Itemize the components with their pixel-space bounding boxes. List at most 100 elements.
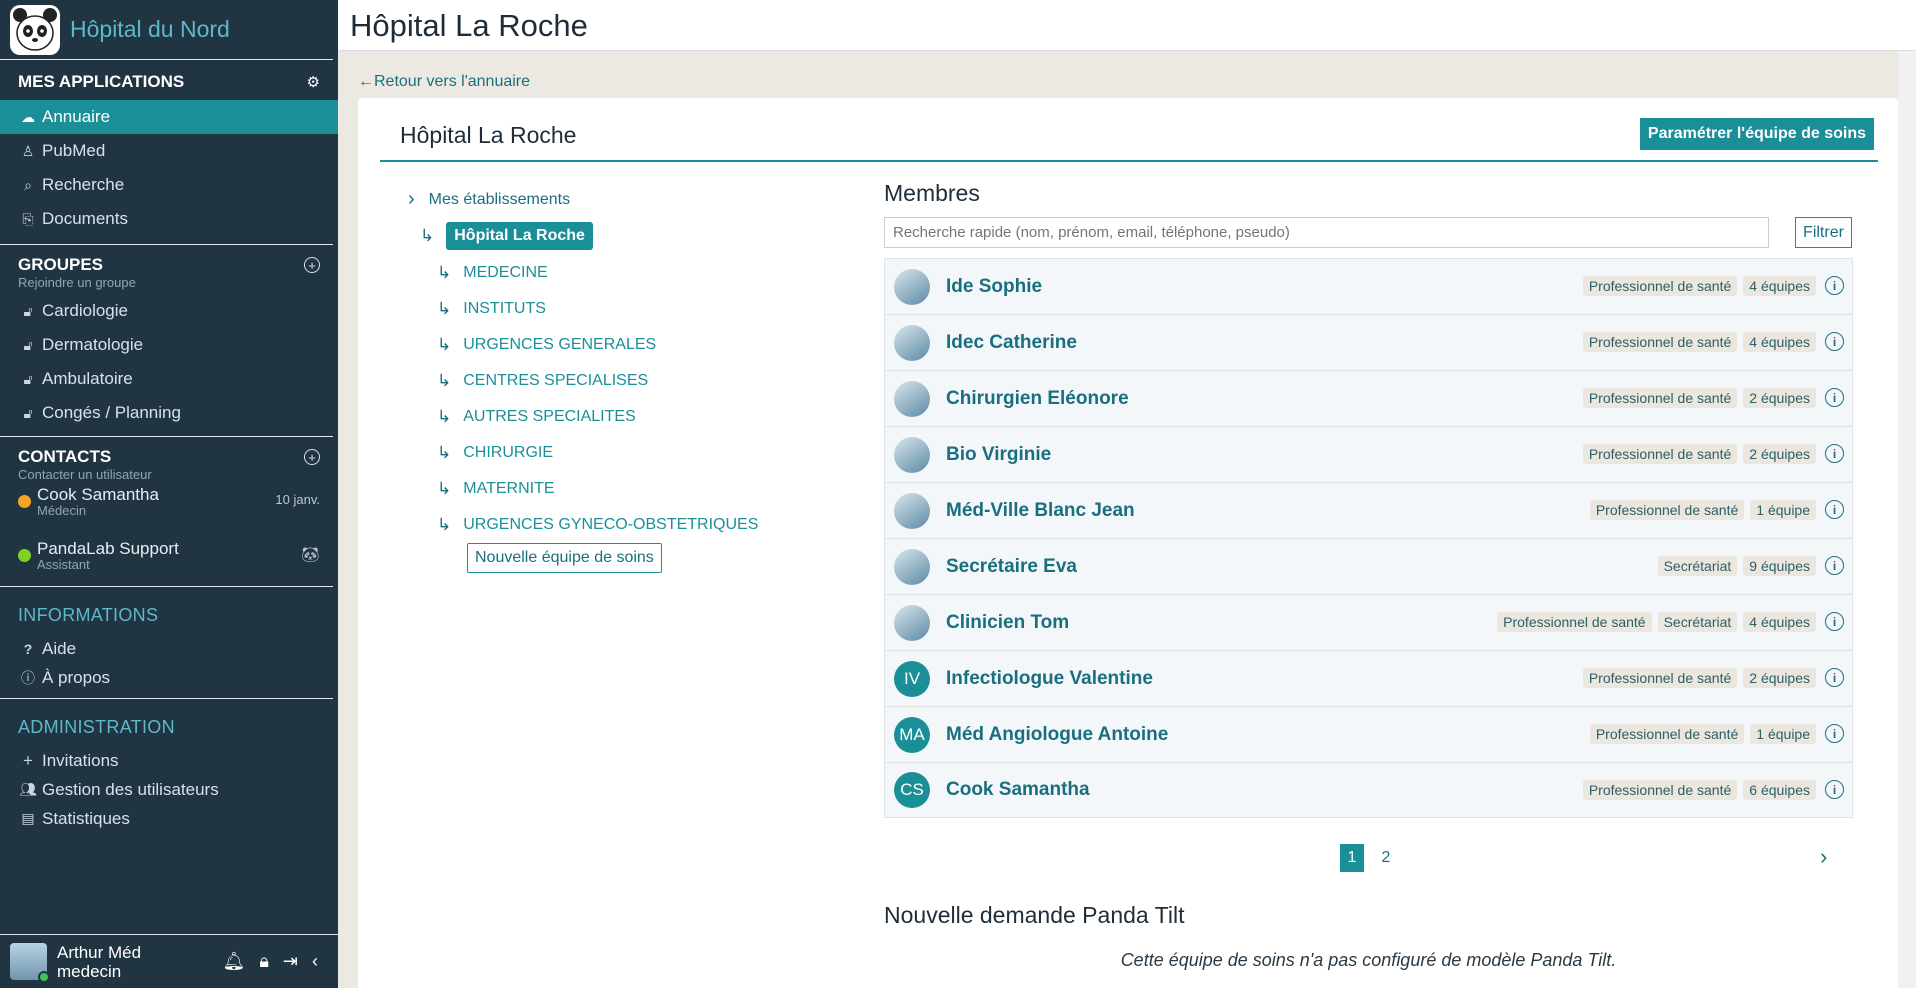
list-item[interactable]: MA Méd Angiologue Antoine Professionnel … <box>884 706 1853 762</box>
role-badge: Professionnel de santé <box>1582 332 1738 352</box>
panda-tilt-note: Cette équipe de soins n'a pas configuré … <box>1120 950 1617 970</box>
groups-subtitle[interactable]: Rejoindre un groupe <box>0 275 338 290</box>
info-icon[interactable]: i <box>1825 388 1844 407</box>
member-name[interactable]: Méd-Ville Blanc Jean <box>946 500 1135 522</box>
tree-node-active[interactable]: ↳ Hôpital La Roche <box>420 222 593 250</box>
chevron-right-icon[interactable]: › <box>1820 844 1827 870</box>
tree-node[interactable]: ↳ AUTRES SPECIALITES <box>437 407 636 427</box>
sub-arrow-icon: ↳ <box>437 335 452 354</box>
member-name[interactable]: Cook Samantha <box>946 779 1090 801</box>
member-name[interactable]: Ide Sophie <box>946 276 1042 298</box>
role-badge: Professionnel de santé <box>1589 500 1745 520</box>
info-icon[interactable]: i <box>1825 612 1844 631</box>
lock-icon[interactable]: 🔒︎ <box>259 951 269 972</box>
sidebar-item-a-propos[interactable]: ⓘ À propos <box>0 663 338 692</box>
teams-badge: 9 équipes <box>1743 556 1816 576</box>
contact-item[interactable]: Cook Samantha Médecin 10 janv. <box>0 476 338 526</box>
sidebar-item-aide[interactable]: ? Aide <box>0 634 338 663</box>
sub-arrow-icon: ↳ <box>437 443 452 462</box>
list-item[interactable]: Bio Virginie Professionnel de santé 2 éq… <box>884 426 1853 482</box>
tree-node[interactable]: ↳ MEDECINE <box>437 263 548 283</box>
tree-node[interactable]: ↳ URGENCES GYNECO-OBSTETRIQUES <box>437 515 758 535</box>
team-card: Hôpital La Roche Paramétrer l'équipe de … <box>358 98 1898 988</box>
sidebar-item-invitations[interactable]: + Invitations <box>0 746 338 775</box>
sidebar-item-cardiologie[interactable]: 🔓︎ Cardiologie <box>0 294 338 328</box>
sub-arrow-icon: ↳ <box>437 371 452 390</box>
tree-node[interactable]: ↳ CHIRURGIE <box>437 443 553 463</box>
configure-team-button[interactable]: Paramétrer l'équipe de soins <box>1639 118 1874 150</box>
filter-button[interactable]: Filtrer <box>1795 217 1852 248</box>
sidebar-item-statistiques[interactable]: ▤ Statistiques <box>0 804 338 833</box>
member-name[interactable]: Idec Catherine <box>946 332 1077 354</box>
back-link[interactable]: ←Retour vers l'annuaire <box>358 73 530 91</box>
info-icon[interactable]: i <box>1825 500 1844 519</box>
info-icon[interactable]: i <box>1825 444 1844 463</box>
tree-node[interactable]: ↳ MATERNITE <box>437 479 555 499</box>
info-icon[interactable]: i <box>1825 276 1844 295</box>
chevron-right-icon: › <box>408 188 415 210</box>
page-title: Hôpital La Roche <box>350 8 588 43</box>
info-icon[interactable]: i <box>1825 724 1844 743</box>
sidebar-item-documents[interactable]: ⎘ Documents <box>0 202 338 236</box>
member-tags: Professionnel de santé 2 équipes <box>1582 668 1816 688</box>
page-button-2[interactable]: 2 <box>1374 844 1398 872</box>
contact-item[interactable]: PandaLab Support Assistant 🐼︎ <box>0 530 338 580</box>
collapse-icon[interactable]: ‹ <box>312 951 318 972</box>
new-team-button[interactable]: Nouvelle équipe de soins <box>467 543 662 573</box>
member-tags: Professionnel de santé 1 équipe <box>1589 724 1816 744</box>
member-name[interactable]: Infectiologue Valentine <box>946 668 1153 690</box>
list-item[interactable]: Clinicien Tom Professionnel de santé Sec… <box>884 594 1853 650</box>
sidebar-item-recherche[interactable]: ⌕ Recherche <box>0 168 338 202</box>
question-icon: ? <box>23 640 33 657</box>
lock-icon: 🔓︎ <box>23 302 33 319</box>
role-badge: Professionnel de santé <box>1582 388 1738 408</box>
info-icon[interactable]: i <box>1825 780 1844 799</box>
top-bar: Hôpital La Roche <box>338 0 1916 51</box>
member-name[interactable]: Méd Angiologue Antoine <box>946 724 1168 746</box>
page-button-1[interactable]: 1 <box>1340 844 1364 872</box>
role-badge: Professionnel de santé <box>1582 276 1738 296</box>
panda-logo-icon[interactable] <box>10 4 60 55</box>
tree-node[interactable]: ↳ INSTITUTS <box>437 299 546 319</box>
member-name[interactable]: Bio Virginie <box>946 444 1051 466</box>
list-item[interactable]: Ide Sophie Professionnel de santé 4 équi… <box>884 258 1853 314</box>
list-item[interactable]: Idec Catherine Professionnel de santé 4 … <box>884 314 1853 370</box>
add-group-icon[interactable]: + <box>304 257 320 273</box>
administration-heading: ADMINISTRATION <box>18 717 175 737</box>
add-contact-icon[interactable]: + <box>304 449 320 465</box>
sidebar-item-annuaire[interactable]: ☁ Annuaire <box>0 100 338 134</box>
sidebar-item-dermatologie[interactable]: 🔓︎ Dermatologie <box>0 328 338 362</box>
bell-icon[interactable]: 🔔︎ <box>222 951 245 972</box>
scrollbar[interactable] <box>1898 51 1916 988</box>
list-item[interactable]: Secrétaire Eva Secrétariat 9 équipes i <box>884 538 1853 594</box>
tree-node[interactable]: ↳ CENTRES SPECIALISES <box>437 371 648 391</box>
user-role: medecin <box>57 961 122 981</box>
teams-badge: 6 équipes <box>1743 780 1816 800</box>
tree-root[interactable]: › Mes établissements <box>408 188 570 211</box>
member-name[interactable]: Clinicien Tom <box>946 612 1069 634</box>
tree-node[interactable]: ↳ URGENCES GENERALES <box>437 335 656 355</box>
info-icon[interactable]: i <box>1825 332 1844 351</box>
sidebar-item-gestion-utilisateurs[interactable]: 👥︎ Gestion des utilisateurs <box>0 775 338 804</box>
info-icon[interactable]: i <box>1825 668 1844 687</box>
applications-heading: MES APPLICATIONS ⚙ <box>18 72 320 91</box>
logout-icon[interactable]: ⇥ <box>283 951 298 972</box>
member-name[interactable]: Chirurgien Eléonore <box>946 388 1129 410</box>
gear-icon[interactable]: ⚙ <box>307 73 320 91</box>
info-icon: ⓘ <box>21 669 35 686</box>
role-badge: Secrétariat <box>1657 556 1738 576</box>
sidebar-item-conges-planning[interactable]: 🔓︎ Congés / Planning <box>0 396 338 430</box>
list-item[interactable]: CS Cook Samantha Professionnel de santé … <box>884 762 1853 818</box>
list-item[interactable]: Chirurgien Eléonore Professionnel de san… <box>884 370 1853 426</box>
sidebar-item-pubmed[interactable]: ♙ PubMed <box>0 134 338 168</box>
plus-icon: + <box>23 750 33 770</box>
list-item[interactable]: IV Infectiologue Valentine Professionnel… <box>884 650 1853 706</box>
list-item[interactable]: Méd-Ville Blanc Jean Professionnel de sa… <box>884 482 1853 538</box>
role-badge: Professionnel de santé <box>1582 780 1738 800</box>
informations-heading: INFORMATIONS <box>18 605 159 625</box>
info-icon[interactable]: i <box>1825 556 1844 575</box>
sidebar-item-ambulatoire[interactable]: 🔓︎ Ambulatoire <box>0 362 338 396</box>
search-input[interactable] <box>884 217 1769 248</box>
avatar[interactable] <box>10 943 50 983</box>
member-name[interactable]: Secrétaire Eva <box>946 556 1077 578</box>
